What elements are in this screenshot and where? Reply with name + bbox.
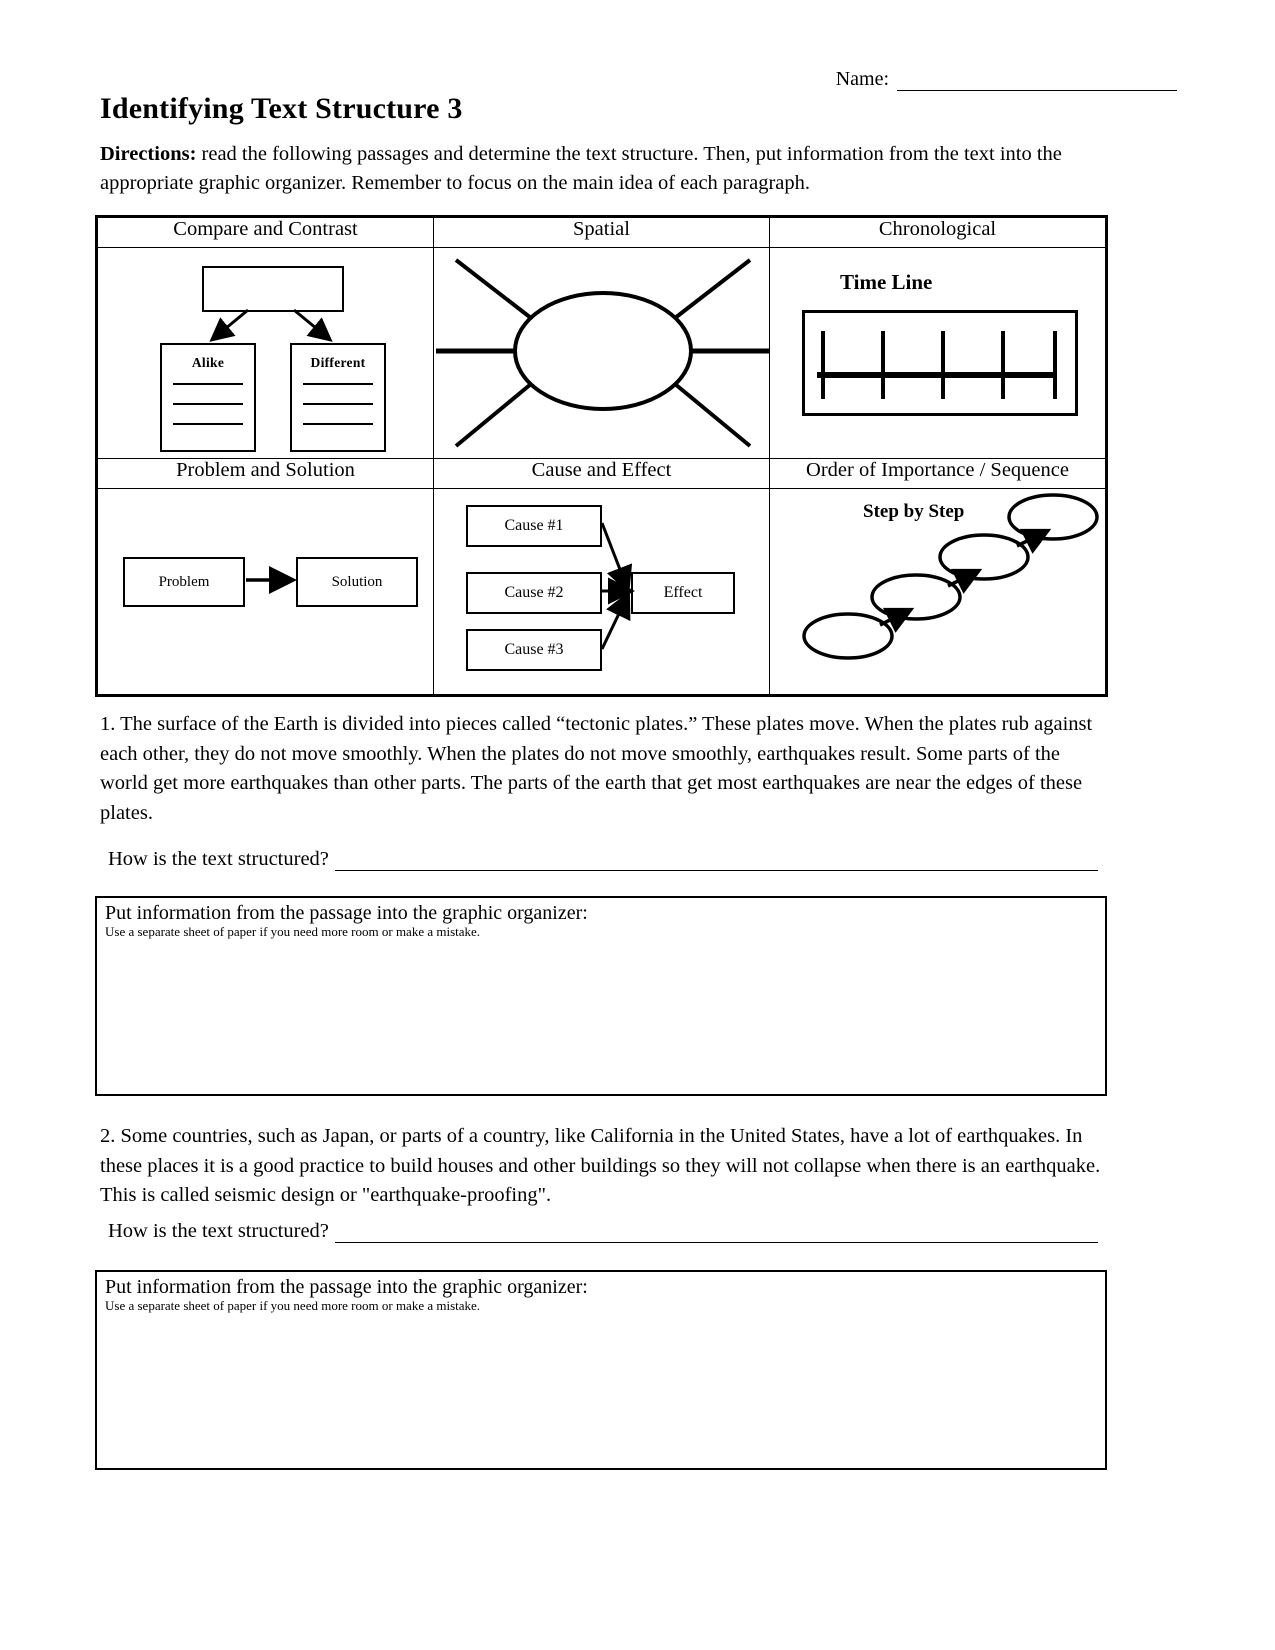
different-line[interactable] bbox=[303, 403, 373, 405]
compare-contrast-different-box: Different bbox=[290, 343, 386, 452]
question-2-answer-line[interactable] bbox=[334, 1225, 1098, 1243]
alike-line[interactable] bbox=[173, 423, 243, 425]
compare-contrast-alike-box: Alike bbox=[160, 343, 256, 452]
different-label: Different bbox=[310, 355, 366, 370]
sequence-step-diagram: Step by Step bbox=[770, 489, 1105, 694]
step-chain-icon bbox=[802, 493, 1099, 660]
organizer-cell-problem-solution: Problem Solution bbox=[97, 488, 434, 695]
organizer-diagram-row-1: Alike Different Time Line bbox=[97, 247, 1106, 459]
solution-box: Solution bbox=[296, 557, 418, 607]
passage-1-text: 1. The surface of the Earth is divided i… bbox=[100, 713, 1093, 825]
alike-line[interactable] bbox=[173, 403, 243, 405]
question-1-label: How is the text structured? bbox=[108, 848, 329, 870]
different-write-lines[interactable] bbox=[292, 383, 384, 425]
answer-box-2[interactable]: Put information from the passage into th… bbox=[95, 1270, 1107, 1470]
worksheet-page: Name: Identifying Text Structure 3 Direc… bbox=[0, 0, 1275, 1650]
organizer-cell-chronological: Time Line bbox=[769, 247, 1106, 459]
organizer-header-spatial: Spatial bbox=[433, 217, 770, 248]
compare-contrast-diagram: Alike Different bbox=[98, 248, 433, 458]
graphic-organizer-table: Compare and Contrast Spatial Chronologic… bbox=[95, 215, 1108, 697]
spider-web-icon bbox=[436, 258, 770, 448]
page-title: Identifying Text Structure 3 bbox=[100, 92, 463, 125]
question-2-row: How is the text structured? bbox=[108, 1220, 1098, 1243]
cause-2-box: Cause #2 bbox=[466, 572, 602, 614]
answer-box-1[interactable]: Put information from the passage into th… bbox=[95, 896, 1107, 1096]
problem-solution-diagram: Problem Solution bbox=[98, 489, 433, 694]
directions-paragraph: Directions: read the following passages … bbox=[100, 140, 1105, 198]
cause-3-box: Cause #3 bbox=[466, 629, 602, 671]
timeline-title: Time Line bbox=[840, 270, 933, 294]
organizer-header-cause-effect: Cause and Effect bbox=[433, 458, 770, 489]
timeline-frame bbox=[802, 310, 1078, 416]
organizer-header-problem-solution: Problem and Solution bbox=[97, 458, 434, 489]
organizer-header-row-1: Compare and Contrast Spatial Chronologic… bbox=[97, 217, 1106, 248]
organizer-diagram-row-2: Problem Solution Cause #1 Cause #2 Cause… bbox=[97, 488, 1106, 695]
answer-box-1-note: Use a separate sheet of paper if you nee… bbox=[105, 924, 481, 939]
question-1-row: How is the text structured? bbox=[108, 848, 1098, 871]
cause-effect-diagram: Cause #1 Cause #2 Cause #3 Effect bbox=[434, 489, 769, 694]
answer-box-2-title: Put information from the passage into th… bbox=[105, 1276, 588, 1298]
different-line[interactable] bbox=[303, 383, 373, 385]
organizer-header-sequence: Order of Importance / Sequence bbox=[769, 458, 1106, 489]
question-1-answer-line[interactable] bbox=[334, 853, 1098, 871]
problem-box: Problem bbox=[123, 557, 245, 607]
name-field-row: Name: bbox=[836, 68, 1177, 91]
answer-box-1-title: Put information from the passage into th… bbox=[105, 902, 588, 924]
alike-write-lines[interactable] bbox=[162, 383, 254, 425]
directions-label: Directions: bbox=[100, 143, 197, 165]
passage-2-text: 2. Some countries, such as Japan, or par… bbox=[100, 1125, 1101, 1207]
organizer-header-chronological: Chronological bbox=[769, 217, 1106, 248]
name-input-line[interactable] bbox=[897, 74, 1177, 91]
organizer-cell-compare-contrast: Alike Different bbox=[97, 247, 434, 459]
timeline-axis-icon bbox=[817, 331, 1057, 399]
directions-body: read the following passages and determin… bbox=[100, 143, 1062, 195]
spatial-web-diagram bbox=[434, 248, 770, 458]
organizer-header-compare-contrast: Compare and Contrast bbox=[97, 217, 434, 248]
organizer-cell-cause-effect: Cause #1 Cause #2 Cause #3 Effect bbox=[433, 488, 770, 695]
answer-box-2-note: Use a separate sheet of paper if you nee… bbox=[105, 1298, 481, 1313]
effect-box: Effect bbox=[631, 572, 735, 614]
alike-line[interactable] bbox=[173, 383, 243, 385]
alike-label: Alike bbox=[191, 355, 225, 370]
name-label: Name: bbox=[835, 68, 889, 90]
question-2-label: How is the text structured? bbox=[108, 1220, 329, 1242]
chronological-timeline-diagram: Time Line bbox=[770, 248, 1105, 458]
cause-1-box: Cause #1 bbox=[466, 505, 602, 547]
compare-contrast-topic-box bbox=[202, 266, 344, 312]
organizer-cell-spatial bbox=[433, 247, 770, 459]
organizer-cell-sequence: Step by Step bbox=[769, 488, 1106, 695]
organizer-header-row-2: Problem and Solution Cause and Effect Or… bbox=[97, 458, 1106, 489]
different-line[interactable] bbox=[303, 423, 373, 425]
